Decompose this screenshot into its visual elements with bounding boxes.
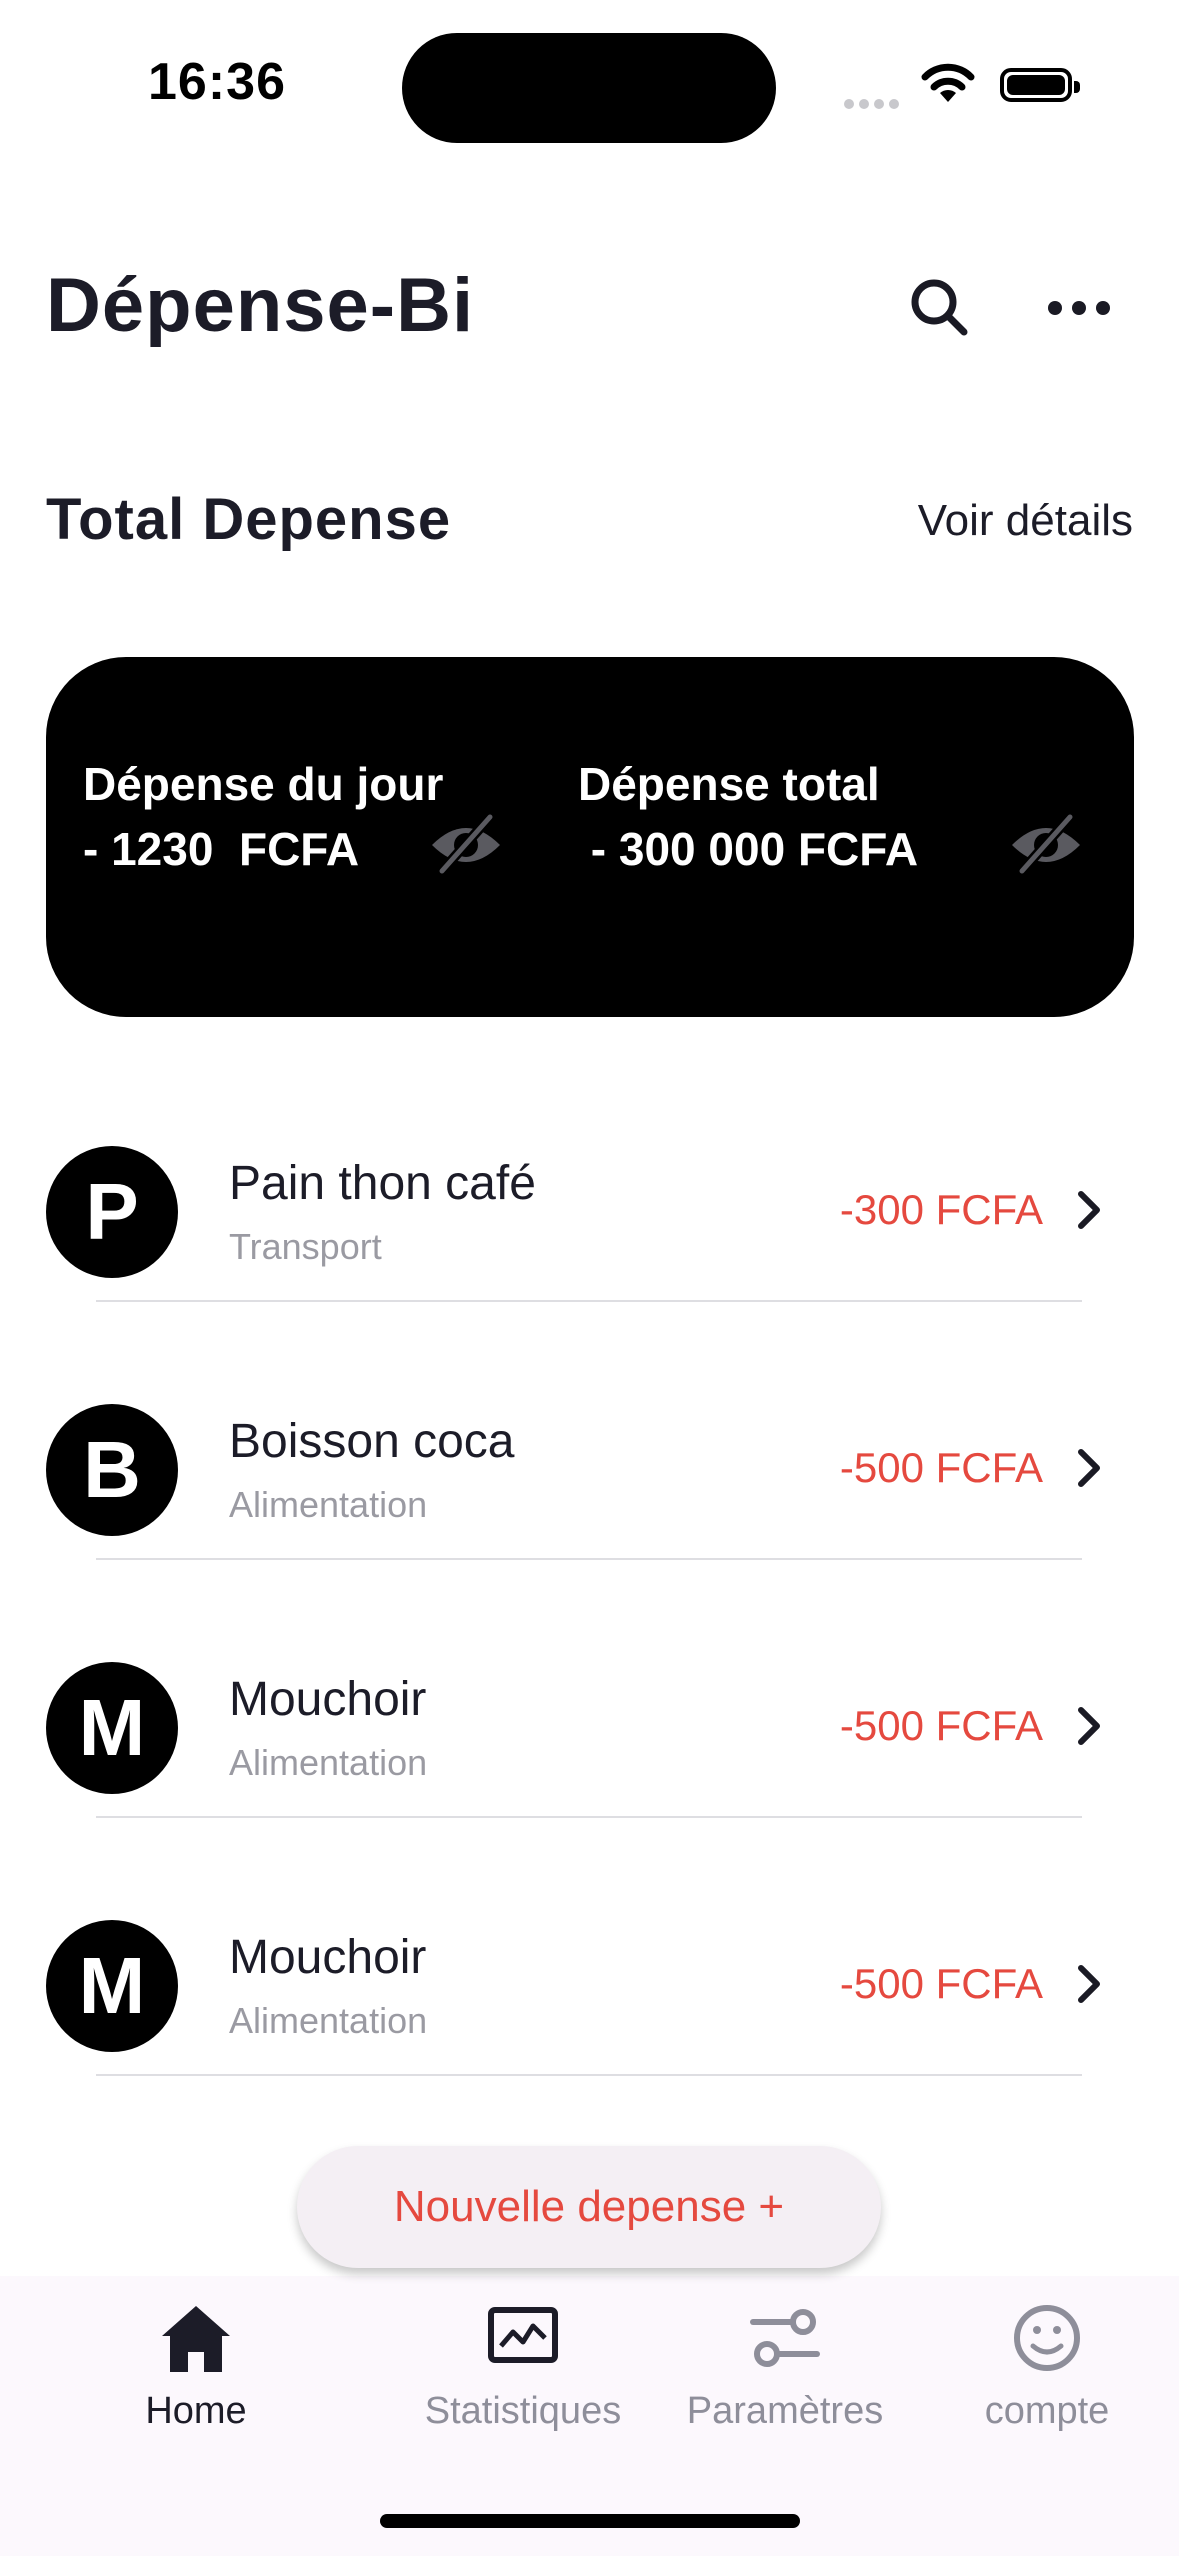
avatar: P	[46, 1146, 178, 1278]
status-time: 16:36	[148, 53, 286, 111]
app-title: Dépense-Bi	[46, 263, 475, 348]
daily-expense-label: Dépense du jour	[83, 758, 444, 810]
tab-home[interactable]: Home	[71, 2300, 321, 2433]
summary-card: Dépense du jour - 1230 FCFA Dépense tota…	[46, 657, 1134, 1017]
battery-icon	[1000, 68, 1080, 102]
expense-name: Boisson coca	[229, 1415, 515, 1468]
wifi-icon	[921, 63, 975, 102]
expense-row[interactable]: M Mouchoir Alimentation -500 FCFA	[46, 1920, 1134, 2120]
smiley-icon	[1014, 2305, 1080, 2371]
eye-off-icon[interactable]	[1006, 807, 1086, 877]
eye-off-icon[interactable]	[426, 807, 506, 877]
see-details-link[interactable]: Voir détails	[918, 496, 1133, 546]
tab-label: Paramètres	[686, 2390, 884, 2432]
expense-category: Alimentation	[229, 2000, 428, 2041]
expense-row[interactable]: P Pain thon café Transport -300 FCFA	[46, 1146, 1134, 1346]
avatar: B	[46, 1404, 178, 1536]
divider	[96, 1816, 1082, 1818]
tab-parametres[interactable]: Paramètres	[660, 2300, 910, 2433]
total-expense-value: - 300 000 FCFA	[578, 823, 919, 875]
divider	[96, 1300, 1082, 1302]
expense-category: Alimentation	[229, 1484, 428, 1525]
tab-compte[interactable]: compte	[922, 2300, 1172, 2433]
search-icon[interactable]	[906, 274, 974, 342]
divider	[96, 1558, 1082, 1560]
tab-label: compte	[984, 2390, 1110, 2432]
expense-row[interactable]: B Boisson coca Alimentation -500 FCFA	[46, 1404, 1134, 1604]
expense-amount: -300 FCFA	[839, 1186, 1043, 1233]
expense-amount: -500 FCFA	[839, 1702, 1043, 1749]
chevron-right-icon[interactable]	[1074, 1446, 1104, 1490]
expense-row[interactable]: M Mouchoir Alimentation -500 FCFA	[46, 1662, 1134, 1862]
more-options-icon[interactable]	[1048, 290, 1118, 326]
tab-statistiques[interactable]: Statistiques	[398, 2300, 648, 2433]
expense-name: Mouchoir	[229, 1673, 427, 1726]
avatar: M	[46, 1662, 178, 1794]
chevron-right-icon[interactable]	[1074, 1962, 1104, 2006]
new-expense-button[interactable]: Nouvelle depense +	[297, 2146, 881, 2268]
total-expense-label: Dépense total	[578, 758, 880, 810]
expense-amount: -500 FCFA	[839, 1960, 1043, 2007]
dynamic-island	[402, 33, 776, 143]
home-indicator	[380, 2514, 800, 2528]
cellular-signal-icon	[844, 96, 904, 114]
sliders-icon	[750, 2309, 820, 2367]
expense-amount: -500 FCFA	[839, 1444, 1043, 1491]
tab-label: Statistiques	[424, 2390, 622, 2432]
chart-icon	[488, 2307, 558, 2363]
chevron-right-icon[interactable]	[1074, 1704, 1104, 1748]
expense-category: Alimentation	[229, 1742, 428, 1783]
expense-name: Mouchoir	[229, 1931, 427, 1984]
expense-category: Transport	[229, 1226, 382, 1267]
home-icon	[162, 2306, 230, 2372]
tab-label: Home	[145, 2390, 247, 2432]
divider	[96, 2074, 1082, 2076]
daily-expense-value: - 1230 FCFA	[83, 823, 360, 875]
section-title: Total Depense	[46, 487, 452, 552]
expense-name: Pain thon café	[229, 1157, 536, 1210]
chevron-right-icon[interactable]	[1074, 1188, 1104, 1232]
avatar: M	[46, 1920, 178, 2052]
